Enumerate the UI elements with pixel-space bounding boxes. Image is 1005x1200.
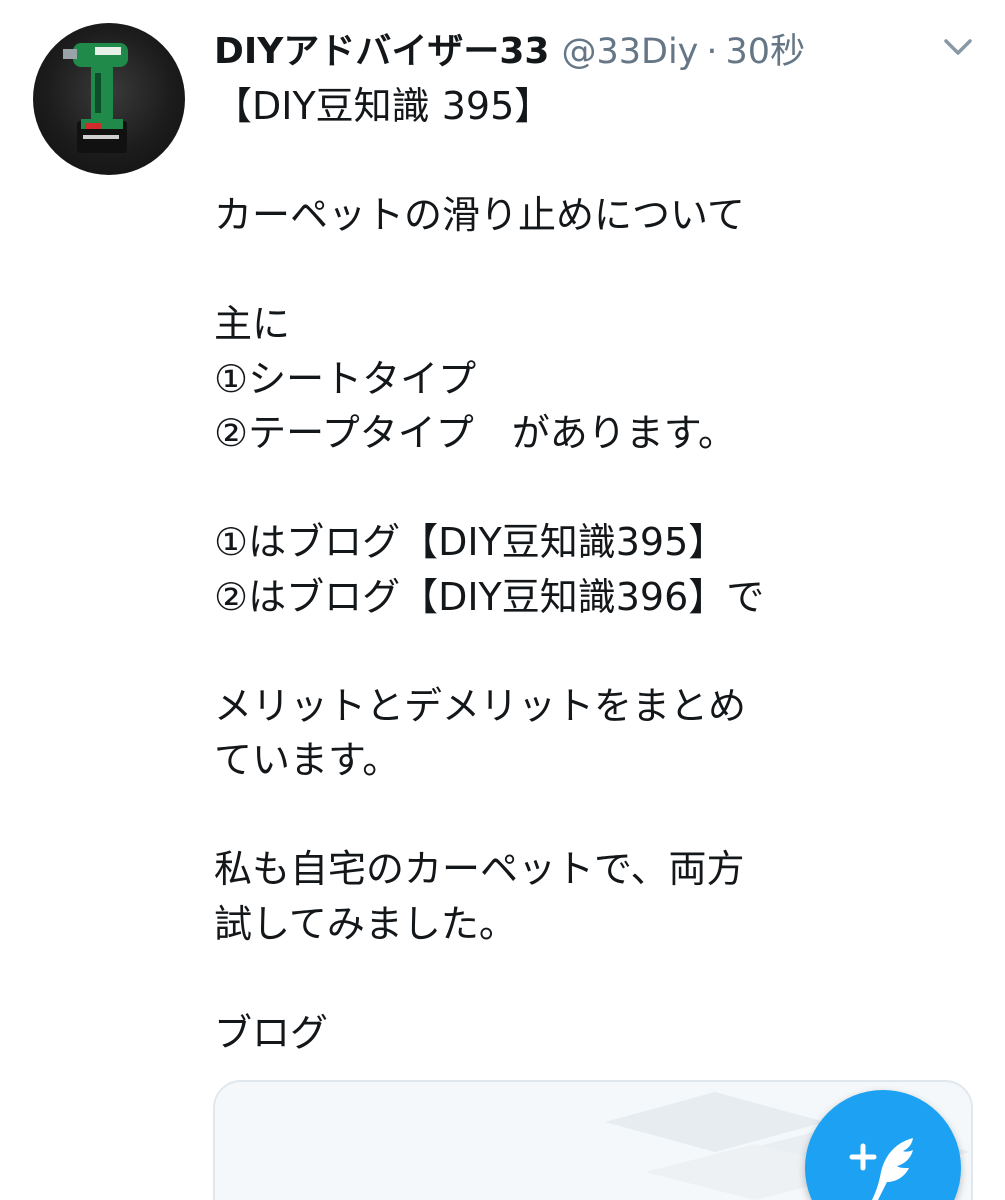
avatar[interactable] bbox=[33, 23, 185, 175]
drill-avatar-icon bbox=[63, 43, 128, 153]
tweet-line: ①はブログ【DIY豆知識395】 bbox=[214, 520, 727, 564]
tweet-line: メリットとデメリットをまとめ bbox=[214, 683, 747, 728]
tweet-line: ブログ bbox=[214, 1010, 329, 1055]
tweet-line: 主に bbox=[214, 302, 291, 346]
tweet-line: ②テープタイプ があります。 bbox=[214, 411, 736, 455]
tweet[interactable]: DIYアドバイザー33 @33Diy · 30秒 【DIY豆知識 395】 カー… bbox=[0, 0, 1005, 1200]
timestamp[interactable]: 30秒 bbox=[726, 23, 806, 74]
tweet-line: 【DIY豆知識 395】 bbox=[214, 84, 553, 128]
compose-feather-icon bbox=[849, 1138, 913, 1200]
tweet-line: 試してみました。 bbox=[214, 901, 517, 946]
user-handle[interactable]: @33Diy bbox=[561, 32, 698, 72]
tweet-line: ています。 bbox=[214, 738, 401, 782]
tweet-line bbox=[214, 243, 954, 298]
tweet-line: ①シートタイプ bbox=[214, 356, 477, 401]
tweet-line bbox=[214, 624, 954, 679]
tweet-menu-button[interactable] bbox=[940, 32, 976, 62]
display-name[interactable]: DIYアドバイザー33 bbox=[214, 22, 549, 74]
chevron-down-icon bbox=[944, 39, 972, 55]
tweet-line: カーペットの滑り止めについて bbox=[214, 193, 745, 237]
tweet-header: DIYアドバイザー33 @33Diy · 30秒 bbox=[214, 22, 805, 72]
tweet-line bbox=[214, 461, 954, 516]
tweet-line bbox=[214, 951, 954, 1006]
tweet-line: ②はブログ【DIY豆知識396】で bbox=[214, 574, 765, 619]
tweet-line: 私も自宅のカーペットで、両方 bbox=[214, 847, 745, 891]
tweet-line bbox=[214, 788, 954, 843]
separator-dot: · bbox=[706, 32, 718, 72]
tweet-line bbox=[214, 134, 954, 189]
compose-tweet-button[interactable] bbox=[805, 1090, 961, 1200]
tweet-text: 【DIY豆知識 395】 カーペットの滑り止めについて 主に ①シートタイプ ②… bbox=[214, 79, 954, 1060]
